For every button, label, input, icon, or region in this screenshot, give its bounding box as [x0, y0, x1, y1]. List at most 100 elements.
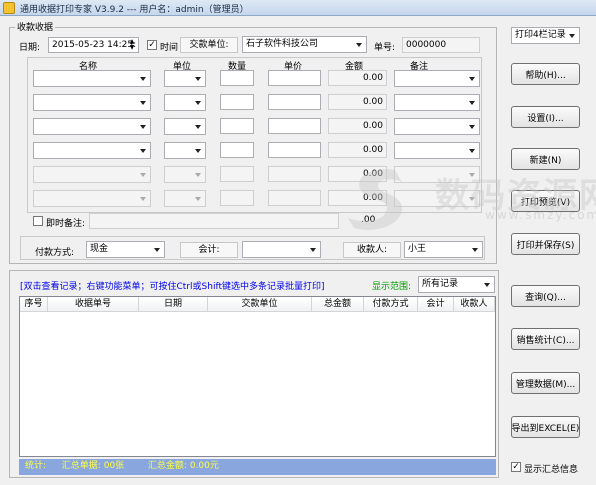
- chevron-down-icon[interactable]: [480, 277, 494, 292]
- col-payer[interactable]: 交款单位: [208, 297, 312, 312]
- chevron-down-icon[interactable]: [150, 242, 164, 257]
- item-price-input[interactable]: [268, 94, 321, 110]
- item-unit-select[interactable]: [164, 118, 206, 135]
- payer-label-box: 交款单位:: [180, 37, 238, 53]
- chevron-down-icon[interactable]: [191, 167, 205, 182]
- item-qty-input[interactable]: [220, 190, 254, 206]
- chevron-down-icon[interactable]: [191, 119, 205, 134]
- settings-button[interactable]: 设置(I)...: [511, 106, 580, 128]
- chevron-down-icon[interactable]: [136, 167, 150, 182]
- chevron-down-icon[interactable]: [191, 191, 205, 206]
- chevron-down-icon[interactable]: [468, 242, 482, 257]
- chevron-down-icon[interactable]: [136, 143, 150, 158]
- item-remark-select[interactable]: [394, 118, 480, 135]
- accountant-label: 会计:: [198, 245, 220, 255]
- date-field[interactable]: 2015-05-23 14:25: ▲ ▼: [48, 37, 139, 53]
- print-save-button[interactable]: 打印并保存(S): [511, 233, 580, 255]
- item-unit-select[interactable]: [164, 94, 206, 111]
- item-unit-select[interactable]: [164, 166, 206, 183]
- payment-method-select[interactable]: 现金: [86, 241, 165, 258]
- chevron-down-icon[interactable]: [136, 191, 150, 206]
- export-excel-button[interactable]: 导出到EXCEL(E): [511, 416, 580, 438]
- date-label: 日期:: [19, 43, 41, 53]
- range-select[interactable]: 所有记录: [418, 276, 495, 293]
- item-price-input[interactable]: [268, 190, 321, 206]
- time-checkbox[interactable]: ✓: [147, 40, 157, 50]
- item-price-input[interactable]: [268, 118, 321, 134]
- item-price-input[interactable]: [268, 142, 321, 158]
- chevron-down-icon[interactable]: [191, 71, 205, 86]
- chevron-down-icon[interactable]: [191, 143, 205, 158]
- chevron-down-icon[interactable]: [465, 167, 479, 182]
- item-name-select[interactable]: [33, 190, 151, 207]
- print-preview-button[interactable]: 打印预览(V): [511, 190, 580, 212]
- help-button[interactable]: 帮助(H)...: [511, 63, 580, 85]
- item-remark-select[interactable]: [394, 190, 480, 207]
- item-remark-select[interactable]: [394, 166, 480, 183]
- payee-label-box: 收款人:: [343, 242, 401, 258]
- instant-note-input[interactable]: [89, 213, 339, 229]
- chevron-down-icon[interactable]: [136, 95, 150, 110]
- col-payment-method[interactable]: 付款方式: [364, 297, 418, 312]
- payee-select[interactable]: 小王: [404, 241, 483, 258]
- query-button[interactable]: 查询(Q)...: [511, 285, 580, 307]
- item-unit-select[interactable]: [164, 70, 206, 87]
- item-price-input[interactable]: [268, 166, 321, 182]
- records-table[interactable]: 序号 收据单号 日期 交款单位 总金额 付款方式 会计 收款人: [19, 296, 496, 457]
- item-price-input[interactable]: [268, 70, 321, 86]
- item-remark-select[interactable]: [394, 70, 480, 87]
- chevron-down-icon[interactable]: [465, 71, 479, 86]
- col-payee[interactable]: 收款人: [454, 297, 495, 312]
- chevron-down-icon[interactable]: [136, 71, 150, 86]
- chevron-down-icon[interactable]: [352, 37, 366, 52]
- instant-note-checkbox[interactable]: [33, 216, 43, 226]
- item-unit-select[interactable]: [164, 142, 206, 159]
- manage-data-button[interactable]: 管理数据(M)...: [511, 372, 580, 394]
- item-remark-select[interactable]: [394, 94, 480, 111]
- number-field[interactable]: 0000000: [402, 37, 480, 53]
- item-name-select[interactable]: [33, 94, 151, 111]
- chevron-down-icon[interactable]: [465, 143, 479, 158]
- payee-value: 小王: [408, 244, 427, 254]
- receipt-group-title: 收款收据: [15, 20, 56, 33]
- new-button[interactable]: 新建(N): [511, 148, 580, 170]
- item-qty-input[interactable]: [220, 142, 254, 158]
- payer-select[interactable]: 石子软件科技公司: [242, 36, 367, 53]
- print-mode-select[interactable]: 打印4栏记录: [511, 27, 580, 44]
- col-total-amount[interactable]: 总金额: [312, 297, 364, 312]
- date-spin-icon[interactable]: ▲ ▼: [127, 39, 137, 51]
- total-amount-value: .00: [361, 215, 376, 225]
- item-unit-select[interactable]: [164, 190, 206, 207]
- number-label: 单号:: [374, 43, 396, 53]
- payer-value: 石子软件科技公司: [246, 39, 319, 49]
- chevron-down-icon[interactable]: [136, 119, 150, 134]
- print-mode-value: 打印4栏记录: [515, 30, 566, 40]
- chevron-down-icon[interactable]: [465, 191, 479, 206]
- chevron-down-icon[interactable]: [191, 95, 205, 110]
- col-date[interactable]: 日期: [139, 297, 208, 312]
- chevron-down-icon[interactable]: [306, 242, 320, 257]
- chevron-down-icon[interactable]: [465, 95, 479, 110]
- item-remark-select[interactable]: [394, 142, 480, 159]
- item-name-select[interactable]: [33, 118, 151, 135]
- col-receipt-no[interactable]: 收据单号: [48, 297, 139, 312]
- chevron-down-icon[interactable]: [465, 119, 479, 134]
- item-qty-input[interactable]: [220, 94, 254, 110]
- item-name-select[interactable]: [33, 142, 151, 159]
- accountant-select[interactable]: [242, 241, 321, 258]
- payment-method-label: 付款方式:: [35, 248, 75, 258]
- total-amount-label: 汇总金额:: [147, 461, 187, 471]
- item-name-select[interactable]: [33, 166, 151, 183]
- sales-stats-button[interactable]: 销售统计(C)...: [511, 328, 580, 350]
- item-name-select[interactable]: [33, 70, 151, 87]
- col-seq[interactable]: 序号: [20, 297, 48, 312]
- item-qty-input[interactable]: [220, 70, 254, 86]
- show-summary-checkbox[interactable]: ✓: [511, 462, 521, 472]
- col-accountant[interactable]: 会计: [418, 297, 454, 312]
- total-receipts-label: 汇总单据:: [61, 461, 101, 471]
- chevron-down-icon[interactable]: [565, 28, 579, 43]
- total-amount-field: .00: [358, 213, 413, 229]
- date-value: 2015-05-23 14:25:: [52, 40, 137, 50]
- item-qty-input[interactable]: [220, 166, 254, 182]
- item-qty-input[interactable]: [220, 118, 254, 134]
